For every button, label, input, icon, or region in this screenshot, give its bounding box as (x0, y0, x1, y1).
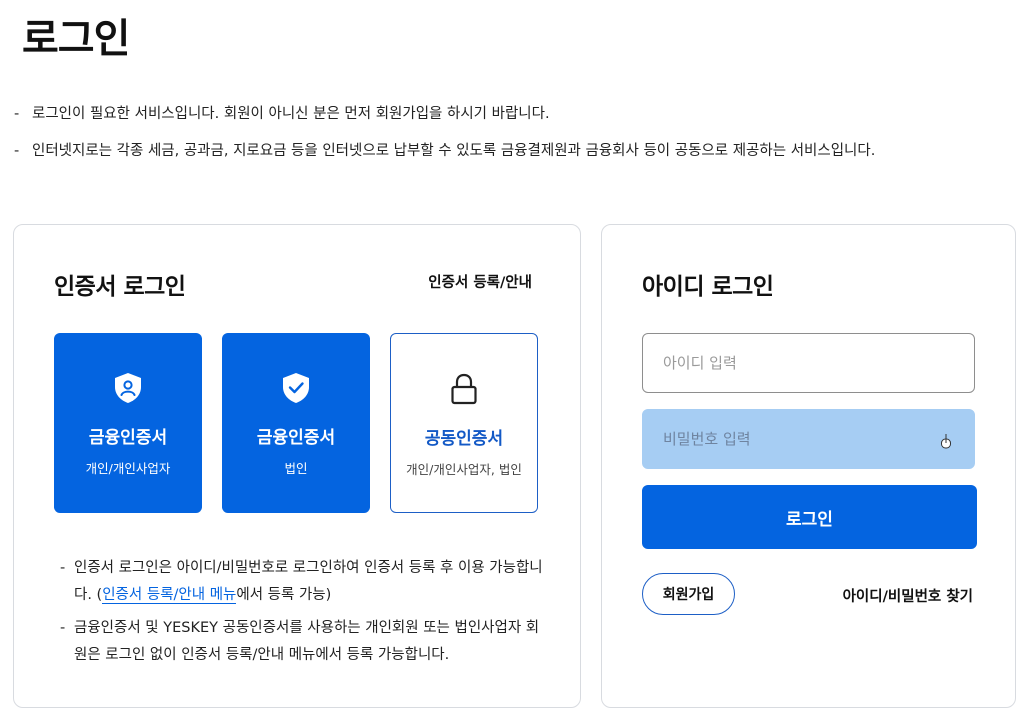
password-input[interactable] (642, 409, 975, 469)
note-text: 에서 등록 가능) (236, 587, 332, 603)
lock-icon (447, 372, 481, 406)
tile-title: 금융인증서 (256, 428, 336, 448)
shield-person-icon (111, 371, 145, 405)
shield-check-icon (279, 371, 313, 405)
financial-cert-corporate-tile[interactable]: 금융인증서 법인 (222, 333, 370, 513)
tile-title: 금융인증서 (88, 428, 168, 448)
tile-subtitle: 법인 (284, 461, 308, 476)
find-id-password-link[interactable]: 아이디/비밀번호 찾기 (843, 585, 973, 606)
tile-title: 공동인증서 (424, 429, 504, 449)
id-login-card: 아이디 로그인 로그인 회원가입 아이디/비밀번호 찾기 (601, 224, 1016, 708)
id-login-title: 아이디 로그인 (642, 274, 774, 300)
cert-guide-link[interactable]: 인증서 등록/안내 (428, 271, 532, 292)
notice-list: 로그인이 필요한 서비스입니다. 회원이 아니신 분은 먼저 회원가입을 하시기… (14, 104, 1004, 178)
cert-login-card: 인증서 로그인 인증서 등록/안내 금융인증서 개인/개인사업자 금융인증서 법… (13, 224, 581, 708)
financial-cert-personal-tile[interactable]: 금융인증서 개인/개인사업자 (54, 333, 202, 513)
tile-subtitle: 개인/개인사업자 (85, 461, 171, 476)
mouse-cursor-icon (940, 433, 952, 453)
cert-login-title: 인증서 로그인 (54, 274, 186, 300)
tile-subtitle: 개인/개인사업자, 법인 (406, 462, 522, 477)
cert-notes: 인증서 로그인은 아이디/비밀번호로 로그인하여 인증서 등록 후 이용 가능합… (60, 555, 550, 675)
notice-item: 로그인이 필요한 서비스입니다. 회원이 아니신 분은 먼저 회원가입을 하시기… (14, 104, 1004, 124)
cert-note-item: 금융인증서 및 YESKEY 공동인증서를 사용하는 개인회원 또는 법인사업자… (60, 615, 550, 669)
signup-button[interactable]: 회원가입 (642, 573, 735, 615)
cert-tiles: 금융인증서 개인/개인사업자 금융인증서 법인 공동인증서 개인/개인사업자, (54, 333, 538, 513)
joint-cert-tile[interactable]: 공동인증서 개인/개인사업자, 법인 (390, 333, 538, 513)
cert-guide-menu-link[interactable]: 인증서 등록/안내 메뉴 (102, 587, 237, 604)
page-title: 로그인 (22, 16, 130, 62)
id-input[interactable] (642, 333, 975, 393)
notice-item: 인터넷지로는 각종 세금, 공과금, 지로요금 등을 인터넷으로 납부할 수 있… (14, 141, 1004, 161)
cert-note-item: 인증서 로그인은 아이디/비밀번호로 로그인하여 인증서 등록 후 이용 가능합… (60, 555, 550, 609)
login-button[interactable]: 로그인 (642, 485, 977, 549)
